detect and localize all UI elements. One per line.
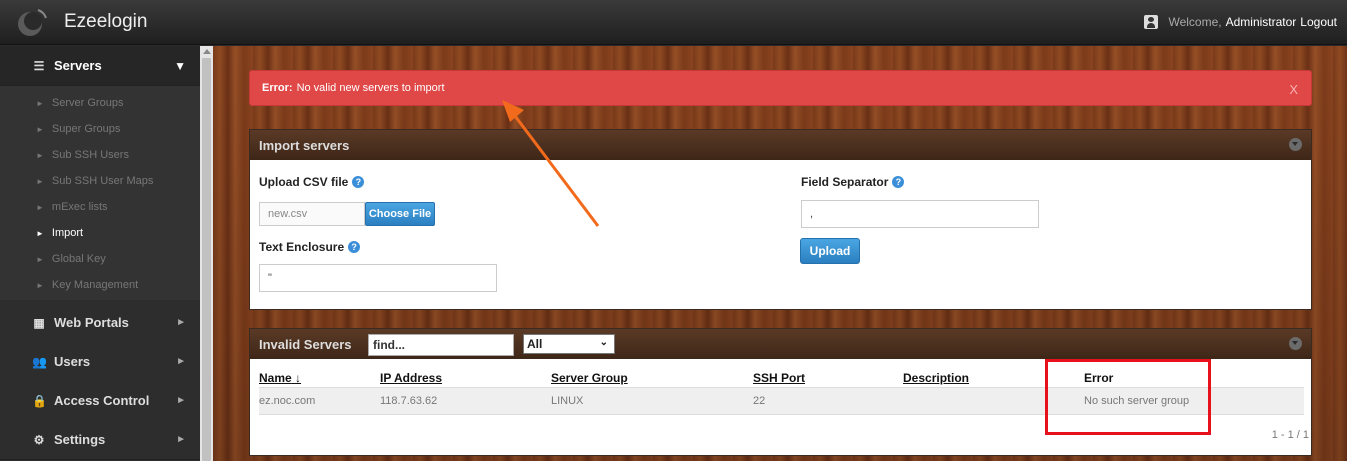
- panel-header: Import servers: [250, 130, 1311, 160]
- filter-select[interactable]: All ⌄: [523, 334, 615, 354]
- column-header-group[interactable]: Server Group: [551, 371, 628, 385]
- column-header-label: Name: [259, 371, 292, 385]
- sidebar-section-servers[interactable]: ☰ Servers ▼: [0, 46, 200, 86]
- label-text: Upload CSV file: [259, 175, 349, 189]
- collapse-toggle-icon[interactable]: [1289, 337, 1302, 350]
- sidebar-item-server-groups[interactable]: ► Server Groups: [0, 90, 200, 116]
- sidebar-section-settings[interactable]: ⚙ Settings ►: [0, 420, 200, 460]
- help-icon[interactable]: ?: [348, 241, 361, 253]
- collapse-toggle-icon[interactable]: [1289, 138, 1302, 151]
- sidebar-section-label: Settings: [54, 432, 106, 447]
- sidebar-item-label: Sub SSH User Maps: [51, 175, 154, 187]
- triangle-right-icon: ►: [36, 254, 44, 264]
- annotation-arrow-icon: [502, 100, 600, 227]
- sidebar-item-label: Super Groups: [51, 123, 121, 135]
- triangle-right-icon: ►: [36, 98, 44, 108]
- user-name[interactable]: Administrator: [1226, 15, 1297, 29]
- user-icon: [1144, 15, 1159, 29]
- cell-ip: 118.7.63.62: [380, 395, 438, 407]
- label-text: Text Enclosure: [259, 240, 345, 254]
- lock-icon: 🔒: [32, 393, 47, 408]
- caret-down-icon: ▼: [174, 58, 186, 73]
- sidebar-item-sub-ssh-user-maps[interactable]: ► Sub SSH User Maps: [0, 168, 200, 194]
- brand-name[interactable]: Ezeelogin: [64, 11, 147, 33]
- ezeelogin-logo-icon: [18, 9, 47, 36]
- sidebar-item-label: mExec lists: [51, 201, 108, 213]
- upload-csv-label: Upload CSV file ?: [259, 175, 365, 189]
- sidebar-item-import[interactable]: ► Import: [0, 220, 200, 246]
- sort-arrow-icon: ↓: [295, 371, 302, 385]
- file-name-display: new.csv: [259, 202, 365, 226]
- label-text: Field Separator: [801, 175, 889, 189]
- sidebar-item-label: Key Management: [51, 279, 139, 291]
- sidebar-section-label: Access Control: [54, 393, 150, 408]
- caret-right-icon: ►: [176, 317, 186, 328]
- caret-right-icon: ►: [176, 356, 186, 367]
- panel-title: Import servers: [259, 137, 350, 153]
- gear-icon: ⚙: [33, 432, 45, 447]
- pagination-info: 1 - 1 / 1: [1271, 429, 1309, 441]
- help-icon[interactable]: ?: [352, 176, 365, 188]
- caret-right-icon: ►: [176, 434, 186, 445]
- sidebar-item-label: Server Groups: [51, 97, 124, 109]
- sidebar-item-label: Import: [51, 227, 84, 239]
- upload-button[interactable]: Upload: [800, 238, 860, 264]
- servers-submenu: ► Server Groups ► Super Groups ► Sub SSH Us…: [0, 86, 200, 300]
- user-box: Welcome, Administrator Logout: [1144, 15, 1337, 29]
- sidebar-item-sub-ssh-users[interactable]: ► Sub SSH Users: [0, 142, 200, 168]
- column-header-description[interactable]: Description: [903, 371, 969, 385]
- sidebar-item-key-management[interactable]: ► Key Management: [0, 272, 200, 298]
- triangle-right-icon: ►: [36, 176, 44, 186]
- sidebar-section-web-portals[interactable]: ▦ Web Portals ►: [0, 303, 200, 343]
- alert-prefix: Error:: [262, 82, 293, 94]
- logout-link[interactable]: Logout: [1300, 15, 1337, 29]
- top-bar: Ezeelogin Welcome, Administrator Logout: [0, 0, 1347, 45]
- alert-message: No valid new servers to import: [296, 82, 445, 94]
- panel-title: Invalid Servers: [259, 336, 352, 352]
- users-icon: 👥: [32, 354, 47, 369]
- choose-file-button[interactable]: Choose File: [365, 202, 435, 226]
- annotation-highlight-box: [1045, 359, 1211, 435]
- alert-close-button[interactable]: X: [1289, 82, 1298, 97]
- triangle-right-icon: ►: [36, 280, 44, 290]
- column-header-ip[interactable]: IP Address: [380, 371, 442, 385]
- portal-icon: ▦: [33, 315, 45, 330]
- import-servers-panel: Import servers Upload CSV file ? new.csv…: [249, 129, 1312, 310]
- welcome-text: Welcome,: [1168, 15, 1222, 29]
- triangle-right-icon: ►: [36, 150, 44, 160]
- triangle-right-icon: ►: [36, 228, 44, 238]
- help-icon[interactable]: ?: [892, 176, 905, 188]
- scroll-up-arrow-icon[interactable]: [203, 49, 211, 54]
- cell-group: LINUX: [551, 395, 584, 407]
- sidebar-item-mexec-lists[interactable]: ► mExec lists: [0, 194, 200, 220]
- sidebar-item-label: Sub SSH Users: [51, 149, 129, 161]
- cell-name: ez.noc.com: [259, 395, 316, 407]
- sidebar-section-users[interactable]: 👥 Users ►: [0, 342, 200, 382]
- find-input[interactable]: find...: [368, 334, 514, 356]
- sidebar-item-super-groups[interactable]: ► Super Groups: [0, 116, 200, 142]
- sidebar-section-label: Users: [54, 354, 91, 369]
- field-separator-input[interactable]: ,: [801, 200, 1039, 228]
- cell-port: 22: [753, 395, 766, 407]
- column-header-port[interactable]: SSH Port: [753, 371, 805, 385]
- text-enclosure-label: Text Enclosure ?: [259, 240, 361, 254]
- sidebar-section-label: Web Portals: [54, 315, 129, 330]
- sidebar-scroll-thumb[interactable]: [202, 58, 211, 461]
- triangle-right-icon: ►: [36, 202, 44, 212]
- triangle-right-icon: ►: [36, 124, 44, 134]
- panel-header: Invalid Servers find... All ⌄: [250, 329, 1311, 359]
- column-header-name[interactable]: Name ↓: [259, 371, 301, 385]
- filter-selected-value: All: [527, 337, 543, 351]
- chevron-down-icon: ⌄: [599, 337, 608, 348]
- text-enclosure-input[interactable]: ": [259, 264, 497, 292]
- sidebar-section-access-control[interactable]: 🔒 Access Control ►: [0, 381, 200, 421]
- sidebar-item-label: Global Key: [51, 253, 106, 265]
- list-icon: ☰: [33, 58, 45, 73]
- sidebar-item-global-key[interactable]: ► Global Key: [0, 246, 200, 272]
- sidebar-section-label: Servers: [54, 58, 102, 73]
- error-alert: Error: No valid new servers to import X: [249, 70, 1312, 106]
- caret-right-icon: ►: [176, 395, 186, 406]
- field-separator-label: Field Separator ?: [801, 175, 905, 189]
